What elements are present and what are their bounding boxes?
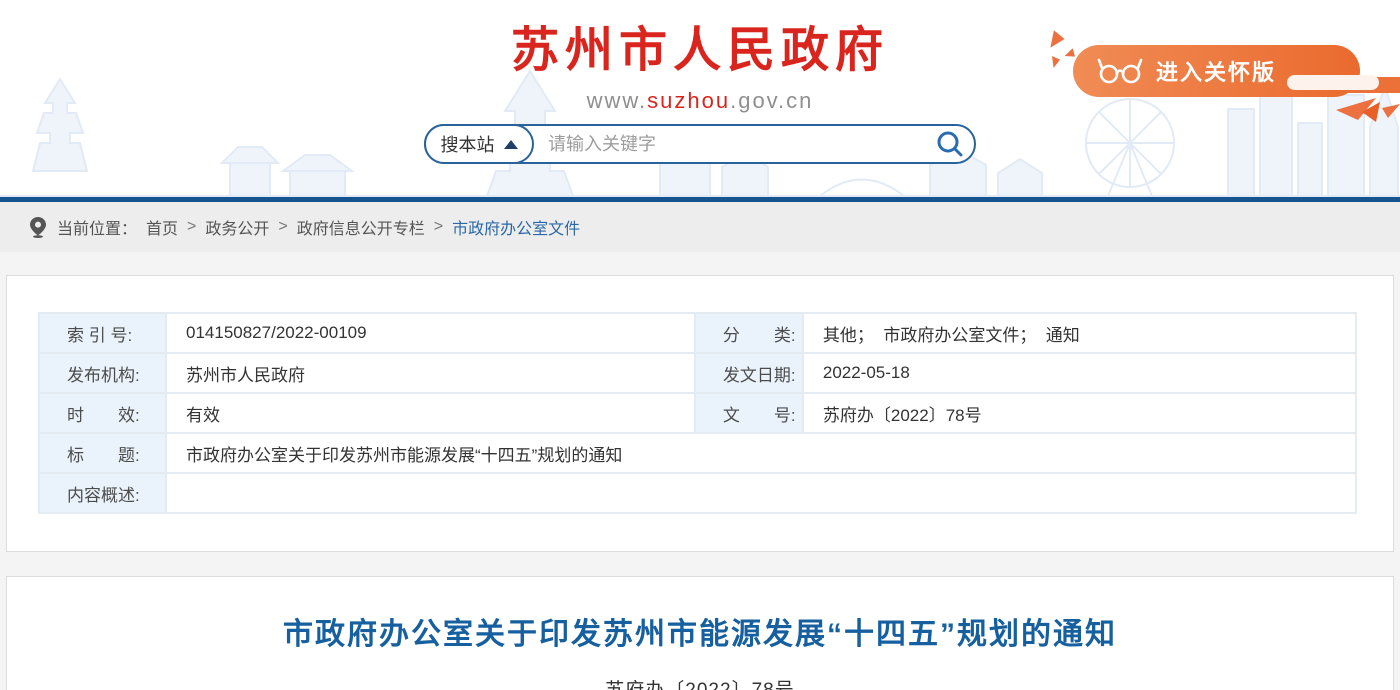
index-number-value: 014150827/2022-00109	[166, 313, 695, 353]
site-search-bar: 搜本站	[424, 124, 976, 164]
breadcrumb-separator: >	[187, 218, 196, 236]
site-url-prefix: www.	[587, 88, 648, 113]
chevron-up-icon	[504, 140, 518, 149]
search-input[interactable]	[548, 127, 918, 161]
table-row: 时 效: 有效 文 号: 苏府办〔2022〕78号	[39, 393, 1356, 433]
summary-value	[166, 473, 1356, 513]
table-row: 内容概述:	[39, 473, 1356, 513]
site-header: 苏州市人民政府 www.suzhou.gov.cn 搜本站 进入关怀版	[0, 0, 1400, 197]
document-body-panel: 市政府办公室关于印发苏州市能源发展“十四五”规划的通知 苏府办〔2022〕78号	[6, 576, 1394, 690]
table-row: 发布机构: 苏州市人民政府 发文日期: 2022-05-18	[39, 353, 1356, 393]
eyeglasses-icon	[1097, 57, 1143, 85]
document-number-label: 文 号:	[695, 393, 803, 433]
search-scope-dropdown[interactable]: 搜本站	[424, 124, 534, 164]
breadcrumb: 当前位置： 首页 > 政务公开 > 政府信息公开专栏 > 市政府办公室文件	[0, 202, 1400, 252]
breadcrumb-link-home[interactable]: 首页	[146, 215, 178, 239]
badge-slot-decoration	[1287, 75, 1379, 90]
table-row: 标 题: 市政府办公室关于印发苏州市能源发展“十四五”规划的通知	[39, 433, 1356, 473]
validity-label: 时 效:	[39, 393, 166, 433]
document-meta-panel: 索 引 号: 014150827/2022-00109 分 类: 其他； 市政府…	[6, 275, 1394, 552]
search-scope-label: 搜本站	[441, 131, 495, 157]
title-label: 标 题:	[39, 433, 166, 473]
site-url-suffix: .gov.cn	[730, 88, 813, 113]
care-version-label: 进入关怀版	[1156, 55, 1276, 87]
summary-label: 内容概述:	[39, 473, 166, 513]
issue-date-value: 2022-05-18	[803, 353, 1356, 393]
issuing-agency-label: 发布机构:	[39, 353, 166, 393]
breadcrumb-link-info-column[interactable]: 政府信息公开专栏	[297, 215, 425, 239]
issue-date-label: 发文日期:	[695, 353, 803, 393]
category-label: 分 类:	[695, 313, 803, 353]
search-button[interactable]	[934, 129, 966, 161]
title-value: 市政府办公室关于印发苏州市能源发展“十四五”规划的通知	[166, 433, 1356, 473]
index-number-label: 索 引 号:	[39, 313, 166, 353]
location-pin-icon	[30, 217, 46, 238]
document-number-value: 苏府办〔2022〕78号	[803, 393, 1356, 433]
breadcrumb-link-open-gov[interactable]: 政务公开	[205, 215, 269, 239]
paper-plane-icon	[1336, 98, 1400, 124]
document-number: 苏府办〔2022〕78号	[7, 675, 1393, 690]
breadcrumb-label: 当前位置：	[57, 215, 137, 239]
document-title: 市政府办公室关于印发苏州市能源发展“十四五”规划的通知	[7, 609, 1393, 653]
category-value: 其他； 市政府办公室文件； 通知	[803, 313, 1356, 353]
document-meta-table: 索 引 号: 014150827/2022-00109 分 类: 其他； 市政府…	[38, 312, 1357, 514]
care-version-button[interactable]: 进入关怀版	[1073, 45, 1360, 97]
breadcrumb-separator: >	[434, 218, 443, 236]
breadcrumb-current: 市政府办公室文件	[452, 215, 580, 239]
issuing-agency-value: 苏州市人民政府	[166, 353, 695, 393]
site-url-highlight: suzhou	[647, 88, 730, 113]
breadcrumb-separator: >	[278, 218, 287, 236]
table-row: 索 引 号: 014150827/2022-00109 分 类: 其他； 市政府…	[39, 313, 1356, 353]
search-icon	[935, 129, 965, 159]
validity-value: 有效	[166, 393, 695, 433]
